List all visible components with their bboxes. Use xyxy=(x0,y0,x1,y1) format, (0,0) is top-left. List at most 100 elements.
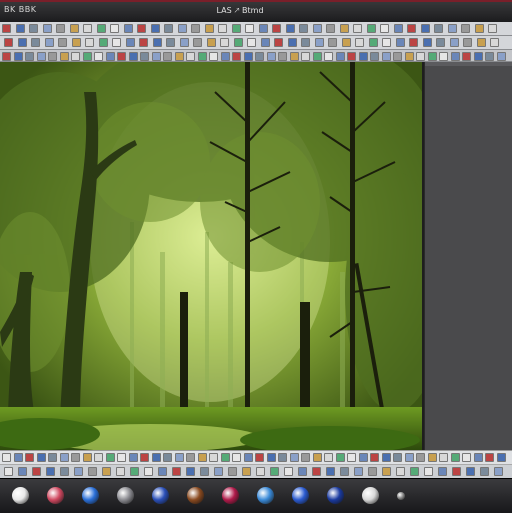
toolbar-tool-icon[interactable] xyxy=(144,467,153,476)
toolbar-tool-icon[interactable] xyxy=(82,453,92,462)
toolbar-tool-icon[interactable] xyxy=(488,24,497,33)
toolbar-tool-icon[interactable] xyxy=(15,24,25,33)
toolbar-tool-icon[interactable] xyxy=(404,453,414,462)
toolbar-tool-icon[interactable] xyxy=(366,24,376,33)
toolbar-tool-icon[interactable] xyxy=(140,52,149,61)
toolbar-tool-icon[interactable] xyxy=(31,38,40,47)
toolbar-tool-icon[interactable] xyxy=(204,24,214,33)
toolbar-tool-icon[interactable] xyxy=(117,52,126,61)
toolbar-tool-icon[interactable] xyxy=(278,52,287,61)
toolbar-tool-icon[interactable] xyxy=(98,38,108,47)
toolbar-tool-icon[interactable] xyxy=(354,467,363,476)
silver-ball-icon[interactable] xyxy=(362,487,379,504)
toolbar-tool-icon[interactable] xyxy=(42,24,52,33)
toolbar-tool-icon[interactable] xyxy=(462,453,471,462)
toolbar-tool-icon[interactable] xyxy=(409,38,418,47)
toolbar-tool-icon[interactable] xyxy=(105,453,115,462)
toolbar-tool-icon[interactable] xyxy=(17,38,27,47)
toolbar-tool-icon[interactable] xyxy=(150,24,160,33)
toolbar-tool-icon[interactable] xyxy=(289,453,299,462)
toolbar-tool-icon[interactable] xyxy=(163,52,172,61)
toolbar-tool-icon[interactable] xyxy=(56,24,65,33)
dark-blue-ball-icon[interactable] xyxy=(327,487,344,504)
toolbar-tool-icon[interactable] xyxy=(339,24,349,33)
toolbar-tool-icon[interactable] xyxy=(427,52,437,61)
toolbar-tool-icon[interactable] xyxy=(166,38,175,47)
disk-icon[interactable] xyxy=(117,487,134,504)
toolbar-tool-icon[interactable] xyxy=(48,52,57,61)
toolbar-tool-icon[interactable] xyxy=(193,38,202,47)
pen-icon[interactable] xyxy=(257,487,274,504)
toolbar-tool-icon[interactable] xyxy=(255,453,264,462)
toolbar-tool-icon[interactable] xyxy=(439,52,448,61)
toolbar-tool-icon[interactable] xyxy=(232,52,241,61)
toolbar-tool-icon[interactable] xyxy=(490,38,499,47)
dot-icon[interactable] xyxy=(397,492,405,500)
toolbar-tool-icon[interactable] xyxy=(231,24,241,33)
toolbar-tool-icon[interactable] xyxy=(473,52,483,61)
toolbar-tool-icon[interactable] xyxy=(2,52,11,61)
toolbar-tool-icon[interactable] xyxy=(209,52,218,61)
toolbar-tool-icon[interactable] xyxy=(96,24,106,33)
toolbar-tool-icon[interactable] xyxy=(172,467,181,476)
toolbar-tool-icon[interactable] xyxy=(299,24,308,33)
toolbar-tool-icon[interactable] xyxy=(266,453,276,462)
toolbar-tool-icon[interactable] xyxy=(474,24,484,33)
toolbar-tool-icon[interactable] xyxy=(370,453,379,462)
toolbar-tool-icon[interactable] xyxy=(393,24,403,33)
toolbar-tool-icon[interactable] xyxy=(485,453,494,462)
toolbar-tool-icon[interactable] xyxy=(71,453,80,462)
toolbar-tool-icon[interactable] xyxy=(452,467,461,476)
toolbar-tool-icon[interactable] xyxy=(242,467,251,476)
toolbar-tool-icon[interactable] xyxy=(88,467,97,476)
toolbar-tool-icon[interactable] xyxy=(25,52,34,61)
toolbar-tool-icon[interactable] xyxy=(116,467,125,476)
toolbar-tool-icon[interactable] xyxy=(422,38,432,47)
toolbar-tool-icon[interactable] xyxy=(382,38,391,47)
toolbar-tool-icon[interactable] xyxy=(462,52,471,61)
toolbar-tool-icon[interactable] xyxy=(110,24,119,33)
toolbar-tool-icon[interactable] xyxy=(314,38,324,47)
toolbar-tool-icon[interactable] xyxy=(130,467,139,476)
toolbar-tool-icon[interactable] xyxy=(347,453,356,462)
toolbar-tool-icon[interactable] xyxy=(247,38,256,47)
toolbar-tool-icon[interactable] xyxy=(436,38,445,47)
toolbar-tool-icon[interactable] xyxy=(177,24,187,33)
toolbar-tool-icon[interactable] xyxy=(358,52,368,61)
toolbar-tool-icon[interactable] xyxy=(382,467,391,476)
toolbar-tool-icon[interactable] xyxy=(274,38,283,47)
toolbar-tool-icon[interactable] xyxy=(496,453,506,462)
toolbar-tool-icon[interactable] xyxy=(335,52,345,61)
toolbar-tool-icon[interactable] xyxy=(71,38,81,47)
toolbar-tool-icon[interactable] xyxy=(94,453,103,462)
toolbar-tool-icon[interactable] xyxy=(214,467,223,476)
toolbar-tool-icon[interactable] xyxy=(370,52,379,61)
toolbar-tool-icon[interactable] xyxy=(59,52,69,61)
toolbar-tool-icon[interactable] xyxy=(36,52,46,61)
toolbar-tool-icon[interactable] xyxy=(312,52,322,61)
toolbar-tool-icon[interactable] xyxy=(272,24,281,33)
toolbar-tool-icon[interactable] xyxy=(424,467,433,476)
toolbar-tool-icon[interactable] xyxy=(463,38,472,47)
toolbar-tool-icon[interactable] xyxy=(270,467,279,476)
toolbar-tool-icon[interactable] xyxy=(128,52,138,61)
toolbar-tool-icon[interactable] xyxy=(71,52,80,61)
toolbar-tool-icon[interactable] xyxy=(4,467,13,476)
toolbar-tool-icon[interactable] xyxy=(186,52,195,61)
toolbar-tool-icon[interactable] xyxy=(301,52,310,61)
toolbar-tool-icon[interactable] xyxy=(179,38,189,47)
magenta-ball-icon[interactable] xyxy=(222,487,239,504)
toolbar-tool-icon[interactable] xyxy=(220,38,229,47)
toolbar-tool-icon[interactable] xyxy=(152,38,162,47)
toolbar-tool-icon[interactable] xyxy=(410,467,419,476)
brown-ball-icon[interactable] xyxy=(187,487,204,504)
toolbar-tool-icon[interactable] xyxy=(228,467,237,476)
toolbar-tool-icon[interactable] xyxy=(125,38,135,47)
toolbar-tool-icon[interactable] xyxy=(461,24,470,33)
toolbar-tool-icon[interactable] xyxy=(494,467,503,476)
toolbar-tool-icon[interactable] xyxy=(439,453,448,462)
toolbar-tool-icon[interactable] xyxy=(427,453,437,462)
toolbar-tool-icon[interactable] xyxy=(117,453,126,462)
toolbar-tool-icon[interactable] xyxy=(163,453,172,462)
toolbar-tool-icon[interactable] xyxy=(326,467,335,476)
